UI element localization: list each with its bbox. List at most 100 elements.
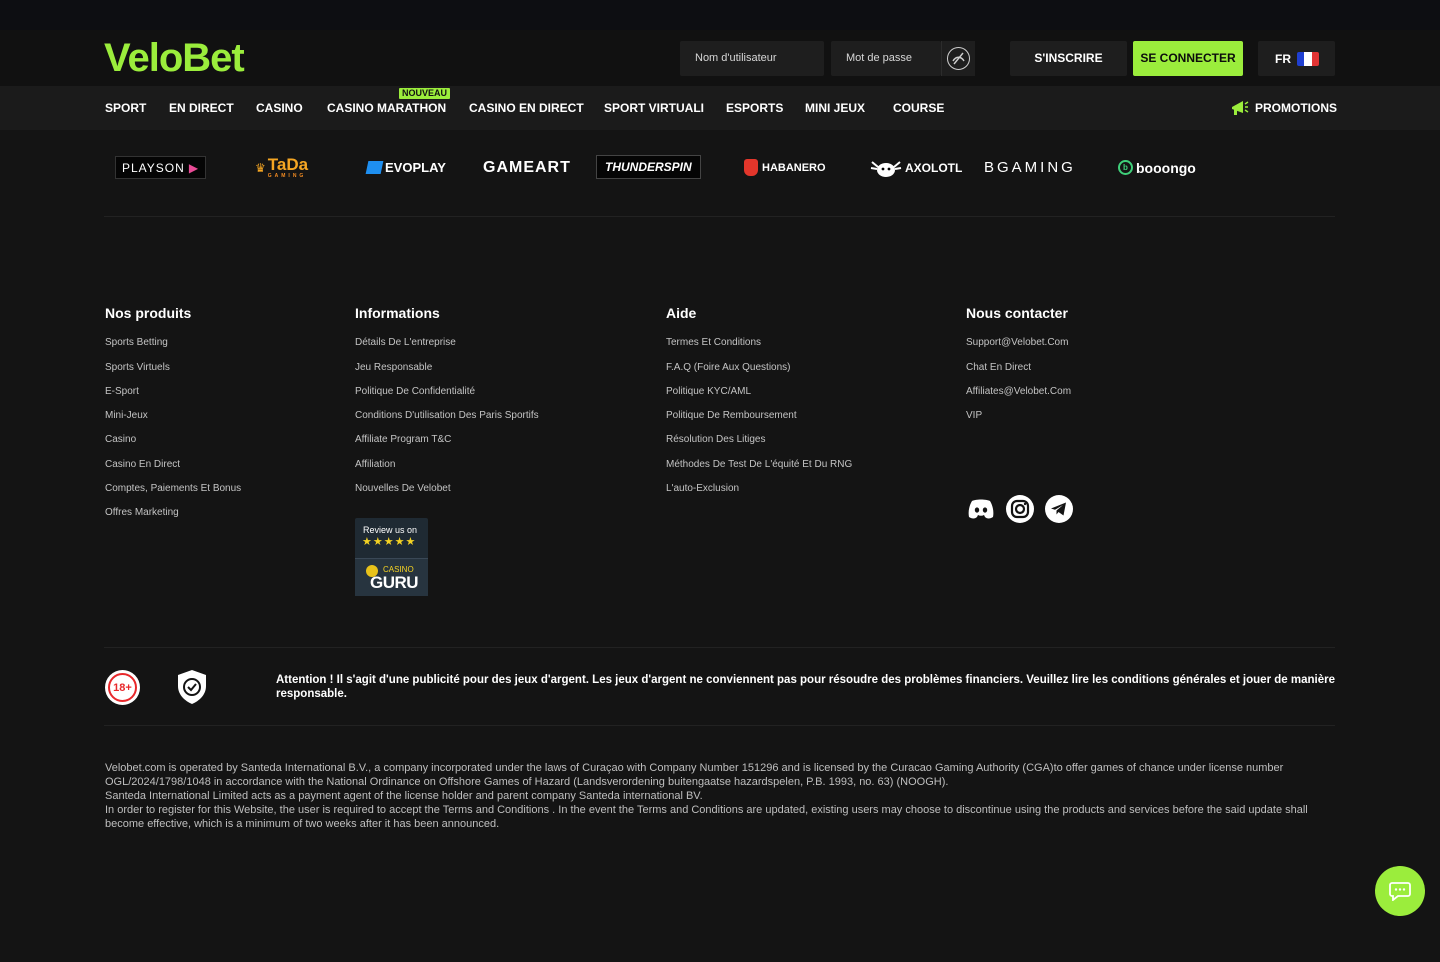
age-label: 18+ [108,673,137,702]
legal-paragraph: In order to register for this Website, t… [105,804,1308,830]
velobet-logo[interactable]: VeloBet [104,36,245,80]
footer-link[interactable]: Mini-Jeux [105,410,148,422]
gambling-warning: Attention ! Il s'agit d'une publicité po… [276,674,1335,700]
legal-paragraph: Velobet.com is operated by Santeda Inter… [105,762,1284,788]
promotions-link[interactable]: PROMOTIONS [1230,99,1337,116]
casino-guru-review-badge[interactable]: Review us on ★★★★★ CASINO GURU [355,518,428,596]
language-selector[interactable]: FR [1258,41,1335,76]
provider-axolotl[interactable]: AXOLOTL [870,145,962,190]
nav-course[interactable]: COURSE [893,101,944,115]
eye-slash-icon [947,47,970,70]
register-button[interactable]: S'INSCRIRE [1010,41,1127,76]
habanero-pepper-icon [744,159,758,176]
booongo-logo-icon: b [1118,160,1133,175]
language-code: FR [1275,51,1291,66]
username-input[interactable]: Nom d'utilisateur [680,41,824,76]
password-input[interactable]: Mot de passe [831,41,941,76]
star-rating-icon: ★★★★★ [362,536,417,548]
telegram-icon[interactable] [1044,494,1074,524]
provider-bgaming[interactable]: BGAMING [984,145,1076,190]
provider-axolotl-label: AXOLOTL [905,160,963,175]
nav-casino[interactable]: CASINO [256,101,303,115]
instagram-icon[interactable] [1005,494,1035,524]
footer-link[interactable]: Termes Et Conditions [666,337,761,349]
provider-tada-label: TaDa [267,154,309,174]
footer-link[interactable]: Comptes, Paiements Et Bonus [105,483,241,495]
provider-habanero[interactable]: HABANERO [744,145,826,190]
new-badge: NOUVEAU [399,88,451,99]
footer-link[interactable]: Jeu Responsable [355,362,432,374]
evoplay-logo-icon [365,161,384,174]
provider-booongo[interactable]: b booongo [1118,145,1196,190]
discord-icon[interactable] [966,494,996,524]
provider-playson[interactable]: PLAYSON ▶ [115,156,207,179]
footer-link[interactable]: Politique De Remboursement [666,410,797,422]
divider [104,725,1335,726]
divider [104,216,1335,217]
help-heading: Aide [666,305,697,321]
provider-playson-label: PLAYSON [122,160,185,175]
chat-bubble-icon [1389,882,1411,901]
provider-tada[interactable]: ♛ TaDa GAMING [255,145,308,190]
footer-link[interactable]: Sports Betting [105,337,168,349]
nav-esports[interactable]: ESPORTS [726,101,783,115]
divider [104,647,1335,648]
nav-casino-marathon[interactable]: CASINO MARATHON [327,101,446,115]
footer-link[interactable]: VIP [966,410,982,422]
footer-link[interactable]: Affiliates@Velobet.Com [966,386,1071,398]
providers-strip: PLAYSON ▶ ♛ TaDa GAMING EVOPLAY GAMEART … [104,145,1335,190]
nav-en-direct[interactable]: EN DIRECT [169,101,234,115]
age-restriction-icon: 18+ [105,670,140,705]
footer-link[interactable]: L'auto-Exclusion [666,483,739,495]
contact-heading: Nous contacter [966,305,1068,321]
france-flag-icon [1297,51,1319,66]
provider-bgaming-label: BGAMING [984,159,1076,176]
footer-link[interactable]: Détails De L'entreprise [355,337,456,349]
provider-gameart-label: GAMEART [483,158,571,176]
casino-guru-logo: CASINO GURU [355,558,428,596]
nav-sport[interactable]: SPORT [105,101,146,115]
footer-link[interactable]: Affiliation [355,459,395,471]
footer-link[interactable]: Casino [105,434,136,446]
footer-link[interactable]: Nouvelles De Velobet [355,483,451,495]
provider-habanero-label: HABANERO [762,161,826,174]
review-label: Review us on [363,525,418,535]
provider-evoplay-label: EVOPLAY [385,160,446,175]
playson-arrow-icon: ▶ [188,160,200,175]
footer-link[interactable]: Méthodes De Test De L'équité Et Du RNG [666,459,852,471]
provider-gameart[interactable]: GAMEART [483,145,571,190]
nav-casino-en-direct[interactable]: CASINO EN DIRECT [469,101,584,115]
provider-tada-logo: TaDa GAMING [267,154,309,179]
footer-link[interactable]: Casino En Direct [105,459,180,471]
megaphone-icon [1232,101,1249,115]
casino-guru-big-label: GURU [370,573,419,592]
footer-link[interactable]: Politique De Confidentialité [355,386,475,398]
footer-link[interactable]: Affiliate Program T&C [355,434,451,446]
footer-link[interactable]: Chat En Direct [966,362,1031,374]
nav-sport-virtuali[interactable]: SPORT VIRTUALI [604,101,704,115]
footer-link[interactable]: Sports Virtuels [105,362,170,374]
footer-link[interactable]: Support@Velobet.Com [966,337,1068,349]
footer-link[interactable]: Politique KYC/AML [666,386,751,398]
live-chat-button[interactable] [1375,866,1425,916]
products-heading: Nos produits [105,305,192,321]
shield-check-icon [178,670,206,704]
provider-thunderspin[interactable]: THUNDERSPIN [596,155,701,179]
promotions-label: PROMOTIONS [1255,100,1338,115]
provider-tada-sublabel: GAMING [267,172,307,179]
footer-link[interactable]: Conditions D'utilisation Des Paris Sport… [355,410,539,422]
footer-link[interactable]: Offres Marketing [105,507,179,519]
nav-mini-jeux[interactable]: MINI JEUX [805,101,865,115]
footer-link[interactable]: Résolution Des Litiges [666,434,766,446]
provider-evoplay[interactable]: EVOPLAY [365,145,446,190]
show-password-button[interactable] [941,41,975,76]
legal-paragraph: Santeda International Limited acts as a … [105,790,703,802]
login-button[interactable]: SE CONNECTER [1133,41,1243,76]
provider-booongo-label: booongo [1136,159,1196,176]
footer-link[interactable]: E-Sport [105,386,139,398]
tada-crown-icon: ♛ [255,160,266,175]
information-heading: Informations [355,305,440,321]
legal-text: Velobet.com is operated by Santeda Inter… [105,761,1335,831]
top-strip [0,0,1440,30]
footer-link[interactable]: F.A.Q (Foire Aux Questions) [666,362,791,374]
